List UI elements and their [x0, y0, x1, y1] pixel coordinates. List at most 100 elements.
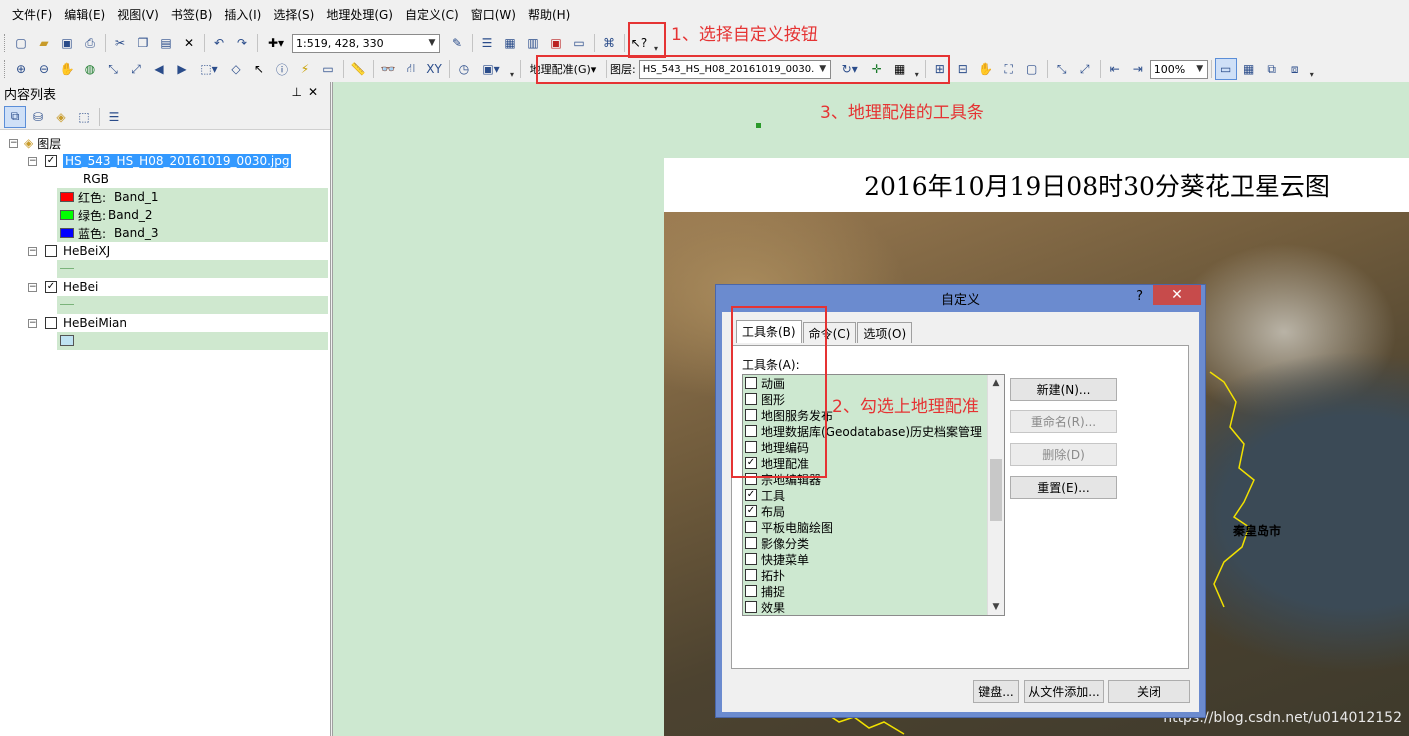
menu-geoprocessing[interactable]: 地理处理(G) [320, 0, 399, 30]
fixed-zoom-out-layout-icon[interactable]: ⤢ [1074, 58, 1096, 80]
menu-insert[interactable]: 插入(I) [218, 0, 267, 30]
back-extent-icon[interactable]: ◀ [148, 58, 170, 80]
map-scale-combo[interactable]: 1:519, 428, 330 ▼ [292, 33, 440, 53]
fixed-zoom-in-layout-icon[interactable]: ⤡ [1051, 58, 1073, 80]
layout-zoom-combo[interactable]: 100% ▼ [1149, 59, 1208, 79]
list-item[interactable]: 效果 [745, 599, 785, 615]
undo-icon[interactable]: ↶ [208, 32, 230, 54]
layer-name[interactable]: HeBeiMian [63, 316, 127, 330]
create-viewer-icon[interactable]: ▣▾ [476, 58, 506, 80]
print-icon[interactable]: ⎙ [79, 32, 101, 54]
toolbar-checkbox[interactable] [745, 537, 757, 549]
close-button[interactable]: 关闭 [1108, 680, 1190, 703]
measure-icon[interactable]: 📏 [347, 58, 369, 80]
toolbar-checkbox[interactable] [745, 569, 757, 581]
paste-icon[interactable]: ▤ [155, 32, 177, 54]
help-button[interactable]: ? [1136, 289, 1143, 304]
change-layout-icon[interactable]: ⧉ [1261, 58, 1283, 80]
reset-toolbar-button[interactable]: 重置(E)... [1010, 476, 1117, 499]
toolbar-grip[interactable] [4, 60, 7, 78]
select-elements-icon[interactable]: ↖ [248, 58, 270, 80]
toolbar-checkbox[interactable] [745, 521, 757, 533]
fixed-zoom-out-icon[interactable]: ⤢ [125, 58, 147, 80]
collapse-icon[interactable]: − [28, 156, 37, 166]
list-item[interactable]: 平板电脑绘图 [745, 519, 833, 535]
scroll-down-icon[interactable]: ▼ [988, 599, 1004, 615]
layer-name[interactable]: HS_543_HS_H08_20161019_0030.jpg [63, 154, 292, 168]
data-driven-pages-icon[interactable]: ⧈ [1284, 58, 1306, 80]
search-window-icon[interactable]: ▥ [522, 32, 544, 54]
scroll-up-icon[interactable]: ▲ [988, 375, 1004, 391]
toolbar-checkbox[interactable] [745, 553, 757, 565]
zoom-in-icon[interactable]: ⊕ [10, 58, 32, 80]
list-scrollbar[interactable]: ▲ ▼ [987, 375, 1004, 615]
identify-icon[interactable]: ⓘ [271, 58, 293, 80]
toolbar-options-chevron-icon[interactable]: ▾ [1307, 59, 1317, 79]
menu-file[interactable]: 文件(F) [6, 0, 58, 30]
toolbar-checkbox[interactable] [745, 601, 757, 613]
pin-icon[interactable]: ⊥ [291, 85, 307, 99]
rename-toolbar-button[interactable]: 重命名(R)... [1010, 410, 1117, 433]
dialog-close-button[interactable]: ✕ [1153, 285, 1201, 305]
layout-zoom-out-icon[interactable]: ⊟ [952, 58, 974, 80]
full-extent-icon[interactable]: ◍ [79, 58, 101, 80]
menu-selection[interactable]: 选择(S) [267, 0, 320, 30]
layer-visibility-checkbox[interactable]: ✓ [45, 281, 57, 293]
list-by-source-icon[interactable]: ⛁ [27, 106, 49, 128]
list-item[interactable]: ✓ 布局 [745, 503, 785, 519]
zoom-whole-page-icon[interactable]: ⛶ [998, 58, 1020, 80]
scroll-thumb[interactable] [990, 459, 1002, 521]
add-from-file-button[interactable]: 从文件添加... [1024, 680, 1104, 703]
zoom-100-icon[interactable]: ▢ [1021, 58, 1043, 80]
copy-icon[interactable]: ❐ [132, 32, 154, 54]
menu-help[interactable]: 帮助(H) [522, 0, 576, 30]
menu-view[interactable]: 视图(V) [111, 0, 165, 30]
collapse-icon[interactable]: − [28, 282, 37, 292]
editor-toolbar-icon[interactable]: ✎ [446, 32, 468, 54]
menu-customize[interactable]: 自定义(C) [399, 0, 465, 30]
toolbar-checkbox[interactable]: ✓ [745, 505, 757, 517]
go-to-xy-icon[interactable]: XY [423, 58, 445, 80]
layout-pan-icon[interactable]: ✋ [975, 58, 997, 80]
menu-windows[interactable]: 窗口(W) [465, 0, 522, 30]
collapse-icon[interactable]: − [9, 138, 18, 148]
zoom-out-icon[interactable]: ⊖ [33, 58, 55, 80]
collapse-icon[interactable]: − [28, 246, 37, 256]
modelbuilder-icon[interactable]: ⌘ [598, 32, 620, 54]
save-icon[interactable]: ▣ [56, 32, 78, 54]
time-slider-icon[interactable]: ◷ [453, 58, 475, 80]
go-back-extent-icon[interactable]: ⇤ [1104, 58, 1126, 80]
keyboard-button[interactable]: 键盘... [973, 680, 1019, 703]
new-toolbar-button[interactable]: 新建(N)... [1010, 378, 1117, 401]
toolbar-grip[interactable] [4, 34, 7, 52]
options-icon[interactable]: ☰ [103, 106, 125, 128]
find-icon[interactable]: 👓 [377, 58, 399, 80]
find-route-icon[interactable]: ⛙ [400, 58, 422, 80]
open-icon[interactable]: ▰ [33, 32, 55, 54]
list-item[interactable]: 捕捉 [745, 583, 785, 599]
focus-data-frame-icon[interactable]: ▦ [1238, 58, 1260, 80]
python-window-icon[interactable]: ▭ [568, 32, 590, 54]
layer-visibility-checkbox[interactable] [45, 317, 57, 329]
go-forward-extent-icon[interactable]: ⇥ [1127, 58, 1149, 80]
select-features-icon[interactable]: ⬚▾ [194, 58, 224, 80]
toggle-draft-mode-icon[interactable]: ▭ [1214, 58, 1237, 80]
pan-icon[interactable]: ✋ [56, 58, 78, 80]
delete-icon[interactable]: ✕ [178, 32, 200, 54]
tab-options[interactable]: 选项(O) [857, 322, 913, 343]
toolbar-checkbox[interactable]: ✓ [745, 489, 757, 501]
html-popup-icon[interactable]: ▭ [317, 58, 339, 80]
fixed-zoom-in-icon[interactable]: ⤡ [102, 58, 124, 80]
add-data-icon[interactable]: ✚▾ [261, 32, 291, 54]
close-icon[interactable]: ✕ [308, 85, 324, 99]
list-item[interactable]: ✓ 工具 [745, 487, 785, 503]
toolbar-checkbox[interactable] [745, 585, 757, 597]
root-label[interactable]: 图层 [37, 135, 61, 152]
list-by-selection-icon[interactable]: ⬚ [73, 106, 95, 128]
new-doc-icon[interactable]: ▢ [10, 32, 32, 54]
toc-window-icon[interactable]: ☰ [476, 32, 498, 54]
list-by-visibility-icon[interactable]: ◈ [50, 106, 72, 128]
menu-edit[interactable]: 编辑(E) [58, 0, 111, 30]
clear-selection-icon[interactable]: ◇ [225, 58, 247, 80]
collapse-icon[interactable]: − [28, 318, 37, 328]
